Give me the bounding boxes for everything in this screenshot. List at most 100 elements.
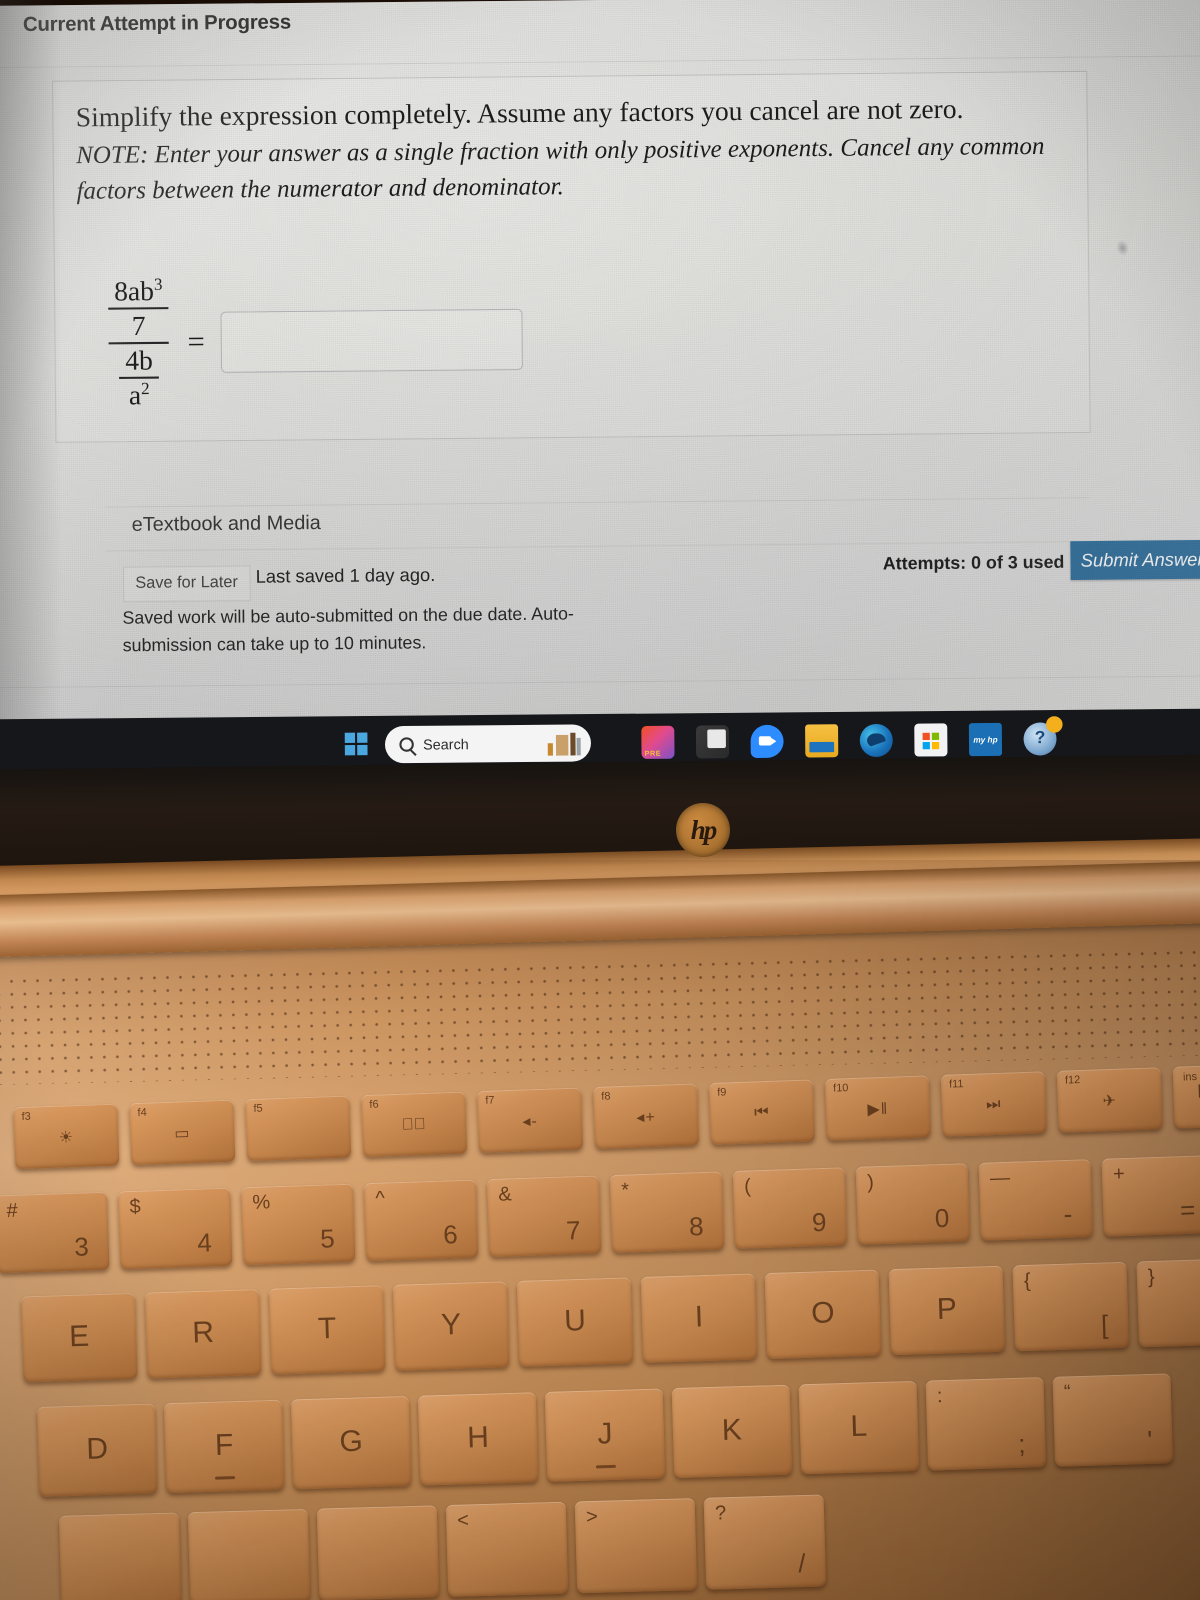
question-prompt: Simplify the expression completely. Assu… [75, 93, 964, 133]
key-comma[interactable]: < [445, 1501, 569, 1597]
divider-bottom [0, 675, 1200, 689]
print-screen-key[interactable]: insprt sc [1172, 1063, 1200, 1129]
key-p[interactable]: P [888, 1265, 1006, 1356]
key-left-bracket[interactable]: {[ [1012, 1261, 1130, 1352]
f5-icon [246, 1127, 350, 1131]
key-equals[interactable]: + = [1101, 1155, 1200, 1237]
mute-key[interactable]: f6 ◂⃠ [361, 1091, 468, 1158]
key-t[interactable]: T [268, 1285, 386, 1375]
taskbar-search-box[interactable]: Search [384, 724, 592, 764]
volume-up-icon: ◂+ [636, 1108, 657, 1127]
fn-label: f3 [21, 1110, 32, 1123]
key-c[interactable] [58, 1512, 182, 1600]
microsoft-edge-icon[interactable] [859, 723, 893, 764]
taskbar-app-icons [641, 722, 1057, 764]
key-k[interactable]: K [671, 1384, 793, 1479]
key-h[interactable]: H [417, 1392, 539, 1486]
key-5[interactable]: % 5 [240, 1183, 356, 1266]
key-period[interactable]: > [574, 1498, 698, 1594]
key-r[interactable]: R [144, 1289, 262, 1379]
office-copilot-icon[interactable] [641, 725, 675, 759]
keyboard-number-row: #3 $4 %5 ^6 &7 *8 (9 )0 —- += ← [0, 1151, 1200, 1274]
fn-label: f12 [1064, 1074, 1081, 1087]
keyboard-qwerty-row: E R T Y U I O P {[ }] [20, 1257, 1200, 1383]
windows-start-icon[interactable] [344, 732, 370, 757]
question-text: Simplify the expression completely. Assu… [76, 88, 1076, 210]
airplane-mode-key[interactable]: f12 ✈ [1056, 1067, 1163, 1133]
key-g[interactable]: G [290, 1395, 412, 1490]
key-y[interactable]: Y [392, 1281, 510, 1371]
key-b[interactable] [316, 1505, 440, 1600]
fn-label: f6 [369, 1098, 379, 1111]
file-explorer-icon[interactable] [805, 724, 839, 758]
key-u[interactable]: U [516, 1277, 634, 1367]
fn-label: f5 [253, 1102, 263, 1115]
key-8[interactable]: * 8 [609, 1171, 725, 1254]
key-l[interactable]: L [798, 1380, 920, 1475]
display-switch-key[interactable]: f4 ▭ [129, 1099, 236, 1166]
question-card: Simplify the expression completely. Assu… [51, 70, 1091, 443]
key-7[interactable]: & 7 [486, 1175, 602, 1258]
fn-label: f8 [601, 1090, 611, 1103]
key-9[interactable]: (9 [732, 1167, 848, 1249]
previous-track-key[interactable]: f9 ⏮ [708, 1079, 815, 1145]
key-4[interactable]: $4 [118, 1187, 233, 1270]
window-app-icon[interactable] [695, 725, 730, 759]
zoom-icon[interactable] [750, 724, 784, 759]
outer-denominator-value: 4b [125, 344, 153, 376]
key-i[interactable]: I [640, 1273, 758, 1363]
save-for-later-button[interactable]: Save for Later [122, 565, 251, 603]
outer-numerator-denominator: 7 [131, 310, 146, 341]
fn-label: f9 [717, 1086, 727, 1099]
search-placeholder-text: Search [423, 735, 469, 753]
key-quote[interactable]: “' [1052, 1373, 1174, 1467]
next-track-key[interactable]: f11 ⏭ [940, 1071, 1047, 1137]
brightness-up-key[interactable]: f3 ☀ [13, 1103, 120, 1170]
home-bump [215, 1476, 236, 1480]
key-d[interactable]: D [36, 1403, 158, 1497]
outer-numerator: 8ab3 7 [108, 274, 169, 342]
ins-label: ins [1182, 1070, 1198, 1084]
outer-denominator: 4b a2 [119, 344, 160, 412]
fn-label: f4 [137, 1106, 147, 1119]
equals-sign: = [187, 325, 205, 359]
page-title: Current Attempt in Progress [22, 11, 292, 37]
key-semicolon[interactable]: :; [925, 1377, 1047, 1471]
submit-answer-button[interactable]: Submit Answer [1070, 539, 1200, 580]
key-minus[interactable]: — - [978, 1159, 1094, 1241]
attempts-counter: Attempts: 0 of 3 used [882, 551, 1065, 574]
help-icon[interactable] [1023, 722, 1057, 756]
previous-track-icon: ⏮ [753, 1103, 770, 1122]
home-bump [595, 1464, 616, 1469]
outer-denominator-denominator: a2 [128, 378, 150, 411]
key-e[interactable]: E [20, 1292, 138, 1383]
etextbook-and-media-bar[interactable]: eTextbook and Media [105, 497, 1090, 552]
key-3[interactable]: #3 [0, 1191, 110, 1274]
key-j[interactable]: J [544, 1388, 666, 1482]
brightness-icon: ☀ [58, 1129, 75, 1147]
key-right-bracket[interactable]: }] [1136, 1257, 1200, 1348]
hp-logo: hp [676, 803, 730, 857]
search-illustration-icon [545, 728, 583, 758]
myhp-icon[interactable] [968, 722, 1003, 757]
microsoft-store-icon[interactable] [914, 723, 948, 757]
key-f[interactable]: F [163, 1399, 285, 1494]
key-o[interactable]: O [764, 1269, 882, 1360]
complex-fraction: 8ab3 7 4b a2 [108, 274, 170, 411]
volume-up-key[interactable]: f8 ◂+ [592, 1083, 700, 1150]
key-0[interactable]: ) 0 [855, 1163, 971, 1245]
laptop-keyboard: f3 ☀ f4 ▭ f5 f6 ◂⃠ f7 ◂- f8 ◂+ f9 ⏮ f10 ▶‖ f11 ⏭… [0, 1063, 1200, 1600]
last-saved-text: Last saved 1 day ago. [255, 564, 436, 587]
key-v[interactable] [187, 1508, 311, 1600]
screenshot-root: Current Attempt in Progress Simplify the… [0, 0, 1200, 1600]
laptop-screen: Current Attempt in Progress Simplify the… [0, 0, 1200, 792]
key-6[interactable]: ^ 6 [363, 1179, 479, 1262]
display-icon: ▭ [173, 1125, 191, 1143]
key-slash[interactable]: ? / [703, 1494, 827, 1590]
play-pause-key[interactable]: f10 ▶‖ [824, 1075, 931, 1141]
f5-key[interactable]: f5 [245, 1095, 352, 1162]
airplane-icon: ✈ [1102, 1092, 1118, 1111]
answer-input[interactable] [220, 308, 524, 373]
volume-down-key[interactable]: f7 ◂- [477, 1087, 584, 1154]
screen-smudge [1114, 238, 1131, 258]
